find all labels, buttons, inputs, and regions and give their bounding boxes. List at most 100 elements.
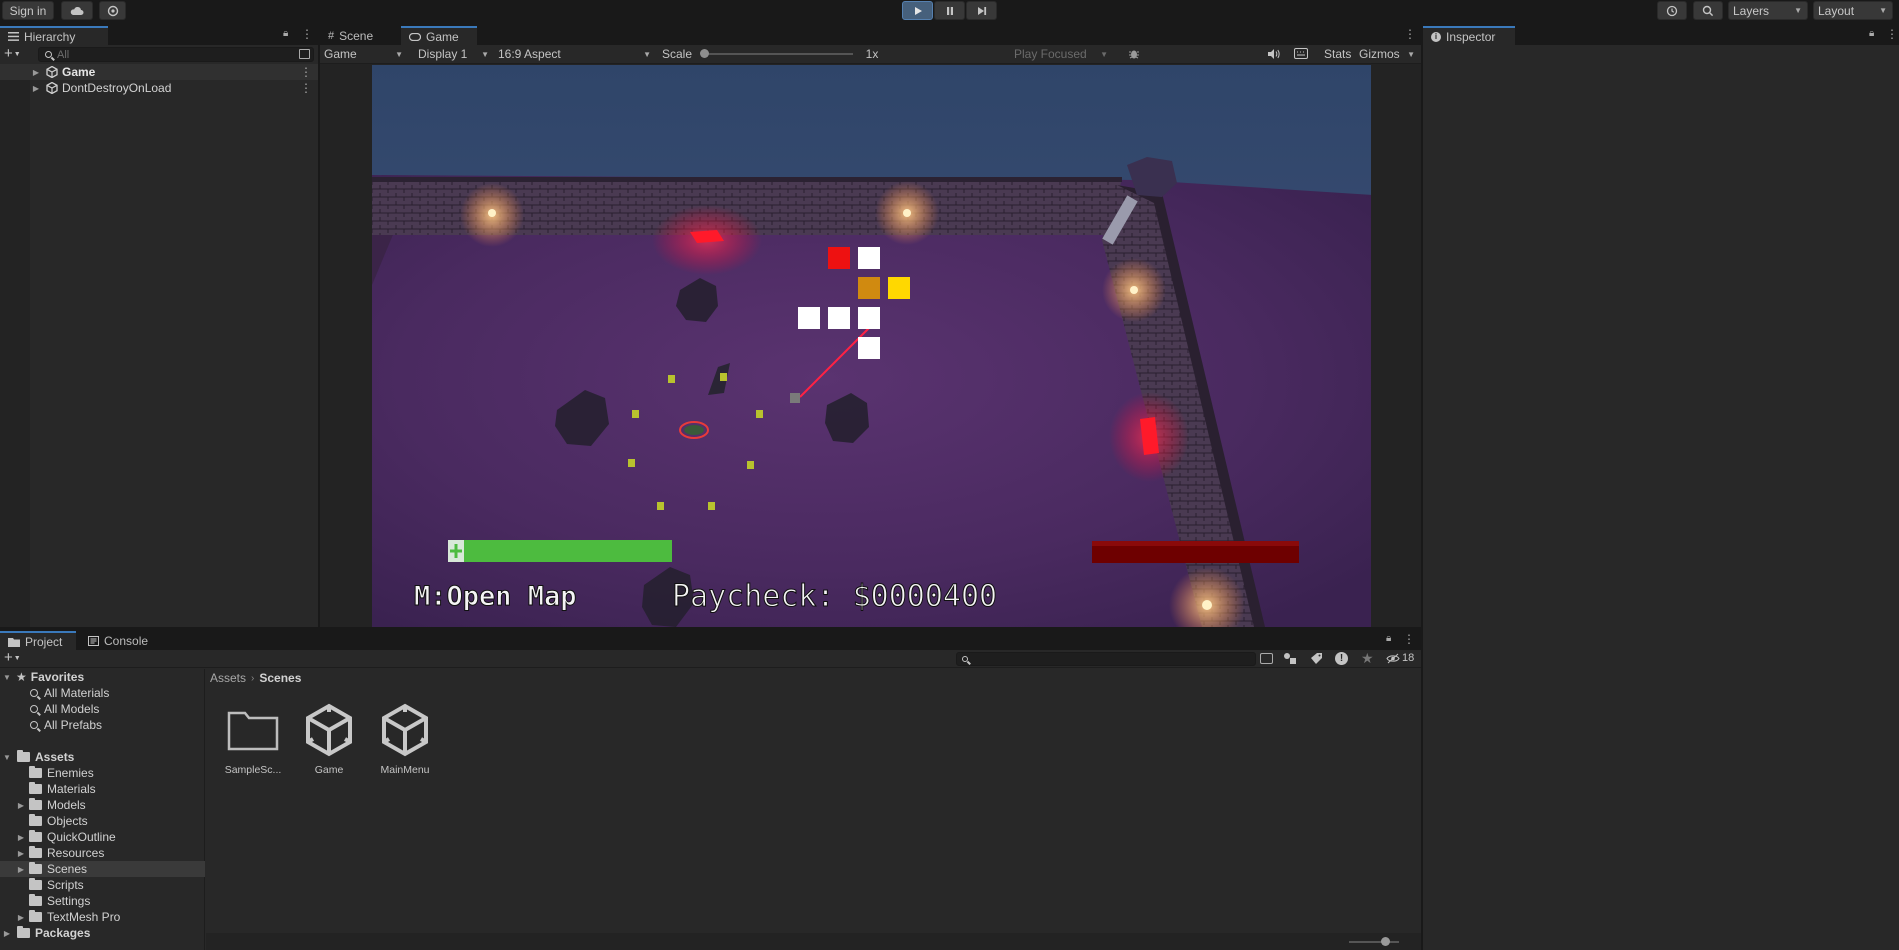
- scale-slider-track[interactable]: [703, 53, 853, 55]
- favorites-header[interactable]: ▼ ★ Favorites: [0, 669, 205, 685]
- expand-arrow-icon[interactable]: ▶: [16, 849, 26, 858]
- expand-arrow-icon[interactable]: ▶: [2, 929, 12, 938]
- tab-project-label: Project: [25, 634, 63, 649]
- expand-arrow-icon[interactable]: ▼: [2, 753, 12, 762]
- collab-icon: [107, 5, 118, 16]
- kebab-menu-icon[interactable]: ⋮: [1403, 632, 1415, 646]
- grid-icon: #: [328, 29, 335, 42]
- kebab-menu-icon[interactable]: ⋮: [300, 65, 312, 79]
- folder-item[interactable]: Scripts: [0, 877, 205, 893]
- tab-inspector[interactable]: i Inspector: [1423, 26, 1515, 45]
- favorite-star-icon[interactable]: ★: [1361, 650, 1374, 667]
- kebab-menu-icon[interactable]: ⋮: [1404, 27, 1416, 41]
- folder-icon: [29, 830, 42, 842]
- folder-item-label: Settings: [47, 894, 91, 908]
- favorite-item[interactable]: All Models: [0, 701, 205, 717]
- icon-size-slider-track[interactable]: [1349, 941, 1399, 943]
- expand-arrow-icon[interactable]: ▶: [16, 801, 26, 810]
- kebab-menu-icon[interactable]: ⋮: [301, 27, 313, 41]
- lock-icon[interactable]: 🔒︎: [1869, 28, 1874, 39]
- inspector-tabbar: i Inspector 🔒︎ ⋮: [1423, 24, 1899, 45]
- unity-scene-icon: [46, 82, 58, 94]
- back-wall-ledge: [372, 177, 1122, 182]
- folder-item[interactable]: ▶ QuickOutline: [0, 829, 205, 845]
- tab-scene[interactable]: # Scene: [320, 26, 400, 45]
- hierarchy-item-dontdestroyonload[interactable]: ▶ DontDestroyOnLoad ⋮: [0, 80, 318, 96]
- folder-icon: [29, 766, 42, 778]
- project-create-button[interactable]: + ▼: [4, 650, 21, 665]
- folder-item-label: QuickOutline: [47, 830, 116, 844]
- tab-hierarchy[interactable]: Hierarchy: [0, 26, 108, 45]
- expand-arrow-icon[interactable]: ▶: [16, 913, 26, 922]
- hierarchy-item-game[interactable]: ▶ Game ⋮: [0, 64, 318, 80]
- sign-in-button[interactable]: Sign in: [2, 1, 54, 20]
- breadcrumb-scenes[interactable]: Scenes: [259, 671, 301, 685]
- folder-item[interactable]: Settings: [0, 893, 205, 909]
- kebab-menu-icon[interactable]: ⋮: [300, 81, 312, 95]
- console-icon: [88, 635, 99, 646]
- assets-header[interactable]: ▼ Assets: [0, 749, 205, 765]
- folder-item[interactable]: ▶ Resources: [0, 845, 205, 861]
- pause-button[interactable]: [934, 1, 965, 20]
- expand-arrow-icon[interactable]: ▶: [31, 84, 41, 93]
- expand-arrow-icon[interactable]: ▶: [31, 68, 41, 77]
- search-button[interactable]: [1693, 1, 1723, 20]
- stats-button[interactable]: Stats: [1320, 45, 1356, 63]
- folder-item-label: Scenes: [47, 862, 88, 876]
- scale-slider-thumb[interactable]: [700, 49, 709, 58]
- packages-header[interactable]: ▶ Packages: [0, 925, 205, 941]
- keyboard-icon[interactable]: [1294, 48, 1308, 62]
- layers-dropdown[interactable]: Layers ▼: [1728, 1, 1808, 20]
- play-button[interactable]: [902, 1, 933, 20]
- display-dropdown[interactable]: Display 1 ▼: [414, 45, 492, 63]
- hierarchy-panel: + ▼ All ▶ Game ⋮ ▶ DontDestroyOnLoad ⋮: [0, 45, 318, 627]
- tab-console[interactable]: Console: [80, 631, 158, 650]
- lock-icon[interactable]: 🔒︎: [1386, 633, 1391, 644]
- log-type-icon[interactable]: !: [1335, 652, 1348, 665]
- filter-icon[interactable]: [299, 49, 310, 59]
- file-item[interactable]: MainMenu: [370, 701, 440, 781]
- expand-arrow-icon[interactable]: ▼: [2, 673, 12, 682]
- filter-by-type-icon[interactable]: [1283, 652, 1297, 665]
- tab-game[interactable]: Game: [401, 26, 477, 45]
- collab-button[interactable]: [99, 1, 126, 20]
- label-icon[interactable]: [1310, 652, 1323, 668]
- minimap-room: [858, 337, 880, 359]
- favorite-item[interactable]: All Materials: [0, 685, 205, 701]
- kebab-menu-icon[interactable]: ⋮: [1886, 27, 1898, 41]
- gizmos-dropdown[interactable]: Gizmos ▼: [1355, 45, 1418, 63]
- folder-item[interactable]: ▶ TextMesh Pro: [0, 909, 205, 925]
- file-item[interactable]: SampleSc...: [218, 701, 288, 781]
- favorite-item[interactable]: All Prefabs: [0, 717, 205, 733]
- layout-dropdown[interactable]: Layout ▼: [1813, 1, 1893, 20]
- mute-audio-icon[interactable]: [1267, 48, 1280, 63]
- hidden-packages-toggle[interactable]: 18: [1386, 652, 1414, 664]
- folder-icon: [29, 894, 42, 906]
- lock-icon[interactable]: 🔒︎: [283, 28, 288, 39]
- folder-item[interactable]: ▶ Models: [0, 797, 205, 813]
- folder-item[interactable]: Materials: [0, 781, 205, 797]
- expand-arrow-icon[interactable]: ▶: [16, 833, 26, 842]
- unity-scene-icon: [294, 701, 364, 759]
- game-mode-dropdown[interactable]: Game ▼: [320, 45, 406, 63]
- expand-arrow-icon[interactable]: ▶: [16, 865, 26, 874]
- folder-item[interactable]: Enemies: [0, 765, 205, 781]
- folder-item[interactable]: ▶ Scenes: [0, 861, 205, 877]
- tab-project[interactable]: Project: [0, 631, 76, 650]
- file-item[interactable]: Game: [294, 701, 364, 781]
- debug-bug-icon[interactable]: [1128, 48, 1140, 60]
- create-button[interactable]: + ▼: [4, 46, 21, 62]
- hierarchy-search-input[interactable]: All: [38, 47, 314, 62]
- aspect-dropdown[interactable]: 16:9 Aspect ▼: [494, 45, 654, 63]
- cloud-button[interactable]: [61, 1, 93, 20]
- project-search-input[interactable]: [956, 652, 1256, 666]
- icon-size-slider-thumb[interactable]: [1381, 937, 1390, 946]
- undo-history-button[interactable]: [1657, 1, 1687, 20]
- game-render-viewport[interactable]: M:Open Map Paycheck: $0000400: [372, 65, 1371, 627]
- boss-health-bar: [1092, 541, 1299, 563]
- step-button[interactable]: [966, 1, 997, 20]
- breadcrumb-assets[interactable]: Assets: [210, 671, 246, 685]
- folder-item[interactable]: Objects: [0, 813, 205, 829]
- play-focused-dropdown[interactable]: Play Focused ▼: [1010, 45, 1120, 63]
- search-by-type-icon[interactable]: [1260, 653, 1273, 664]
